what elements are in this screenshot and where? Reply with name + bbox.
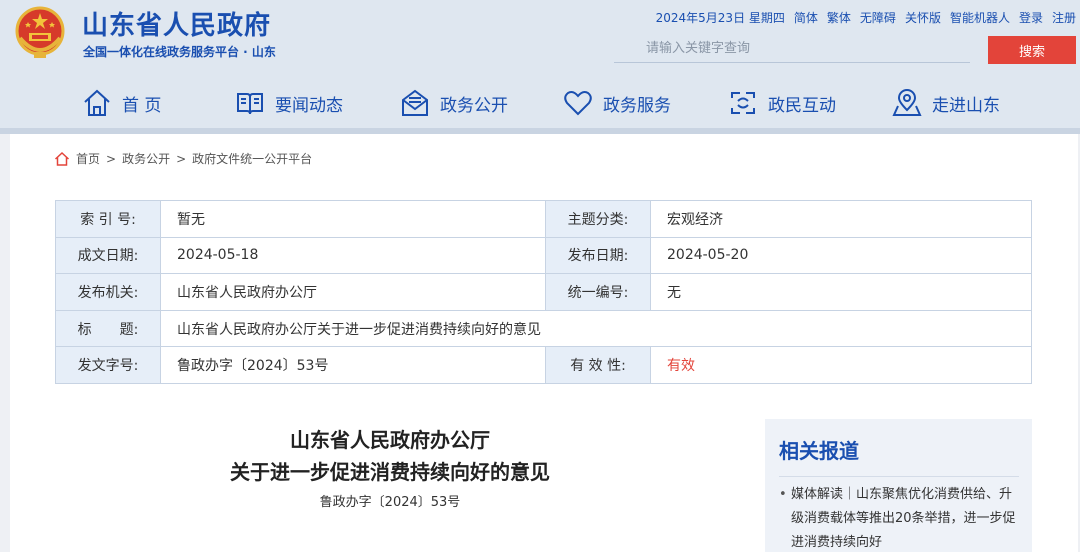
national-emblem-icon[interactable] bbox=[12, 4, 68, 62]
document-title: 山东省人民政府办公厅 关于进一步促进消费持续向好的意见 bbox=[155, 424, 625, 488]
book-icon bbox=[237, 93, 263, 115]
meta-label: 成文日期: bbox=[55, 236, 161, 275]
breadcrumb-gov-open[interactable]: 政务公开 bbox=[122, 150, 170, 167]
nav-label: 政民互动 bbox=[768, 95, 836, 116]
breadcrumb-home[interactable]: 首页 bbox=[76, 150, 100, 167]
meta-label: 标 题: bbox=[55, 309, 161, 348]
meta-label: 统一编号: bbox=[545, 273, 651, 311]
interaction-icon bbox=[731, 92, 755, 114]
nav-label: 首 页 bbox=[122, 95, 162, 116]
link-register[interactable]: 注册 bbox=[1052, 9, 1076, 26]
meta-label: 索 引 号: bbox=[55, 200, 161, 238]
nav-label: 政务服务 bbox=[603, 95, 671, 116]
breadcrumb-current[interactable]: 政府文件统一公开平台 bbox=[192, 150, 312, 167]
nav-gov-service[interactable]: 政务服务 bbox=[563, 86, 671, 120]
meta-value: 暂无 bbox=[160, 200, 546, 238]
meta-value: 山东省人民政府办公厅关于进一步促进消费持续向好的意见 bbox=[160, 309, 1032, 348]
related-report-link[interactable]: 媒体解读｜山东聚焦优化消费供给、升级消费载体等推出20条举措，进一步促进消费持续… bbox=[779, 483, 1019, 552]
divider bbox=[779, 476, 1019, 477]
link-login[interactable]: 登录 bbox=[1019, 9, 1043, 26]
meta-label: 主题分类: bbox=[545, 200, 651, 238]
main-nav: 首 页 要闻动态 政务公开 政务服务 政民互动 走进山东 bbox=[0, 78, 1080, 128]
main-content: 首页 > 政务公开 > 政府文件统一公开平台 索 引 号: 暂无 主题分类: 宏… bbox=[10, 134, 1078, 552]
document-number: 鲁政办字〔2024〕53号 bbox=[319, 495, 461, 510]
table-row: 发布机关: 山东省人民政府办公厅 统一编号: 无 bbox=[55, 273, 1032, 311]
document-title-line: 山东省人民政府办公厅 bbox=[290, 428, 490, 452]
meta-label: 发布日期: bbox=[545, 236, 651, 275]
document-meta-table: 索 引 号: 暂无 主题分类: 宏观经济 成文日期: 2024-05-18 发布… bbox=[55, 200, 1032, 384]
search-input[interactable] bbox=[614, 35, 970, 63]
search-button[interactable]: 搜索 bbox=[988, 36, 1076, 64]
meta-label: 发布机关: bbox=[55, 273, 161, 311]
site-subtitle: 全国一体化在线政务服务平台 · 山东 bbox=[83, 45, 276, 59]
link-care-mode[interactable]: 关怀版 bbox=[905, 9, 941, 26]
table-row: 成文日期: 2024-05-18 发布日期: 2024-05-20 bbox=[55, 236, 1032, 275]
location-icon bbox=[892, 89, 922, 116]
link-accessibility[interactable]: 无障碍 bbox=[860, 9, 896, 26]
nav-home[interactable]: 首 页 bbox=[82, 86, 161, 120]
mail-open-icon bbox=[402, 89, 428, 116]
validity-value: 有效 bbox=[650, 346, 1032, 384]
table-row: 标 题: 山东省人民政府办公厅关于进一步促进消费持续向好的意见 bbox=[55, 309, 1032, 348]
meta-value: 宏观经济 bbox=[650, 200, 1032, 238]
link-simplified[interactable]: 简体 bbox=[794, 9, 818, 26]
meta-label: 有 效 性: bbox=[545, 346, 651, 384]
meta-value: 山东省人民政府办公厅 bbox=[160, 273, 546, 311]
site-header: 山东省人民政府 全国一体化在线政务服务平台 · 山东 2024年5月23日 星期… bbox=[0, 0, 1080, 128]
current-date: 2024年5月23日 星期四 bbox=[655, 11, 785, 25]
meta-label: 发文字号: bbox=[55, 346, 161, 384]
meta-value: 鲁政办字〔2024〕53号 bbox=[160, 346, 546, 384]
home-icon[interactable] bbox=[54, 151, 70, 167]
nav-label: 政务公开 bbox=[440, 95, 508, 116]
document-title-line: 关于进一步促进消费持续向好的意见 bbox=[230, 460, 550, 484]
home-icon bbox=[84, 89, 110, 116]
heart-icon bbox=[564, 91, 592, 116]
breadcrumb-separator: > bbox=[106, 151, 117, 166]
link-traditional[interactable]: 繁体 bbox=[827, 9, 851, 26]
breadcrumb-separator: > bbox=[176, 151, 187, 166]
table-row: 索 引 号: 暂无 主题分类: 宏观经济 bbox=[55, 200, 1032, 238]
nav-interaction[interactable]: 政民互动 bbox=[728, 86, 836, 120]
related-reports-panel: 相关报道 媒体解读｜山东聚焦优化消费供给、升级消费载体等推出20条举措，进一步促… bbox=[765, 419, 1032, 552]
meta-value: 2024-05-20 bbox=[650, 236, 1032, 275]
breadcrumb: 首页 > 政务公开 > 政府文件统一公开平台 bbox=[54, 150, 312, 167]
nav-gov-open[interactable]: 政务公开 bbox=[400, 86, 508, 120]
link-robot[interactable]: 智能机器人 bbox=[950, 9, 1010, 26]
meta-value: 无 bbox=[650, 273, 1032, 311]
nav-news[interactable]: 要闻动态 bbox=[235, 86, 343, 120]
nav-label: 要闻动态 bbox=[275, 95, 343, 116]
meta-value: 2024-05-18 bbox=[160, 236, 546, 275]
top-links: 2024年5月23日 星期四 简体 繁体 无障碍 关怀版 智能机器人 登录 注册 bbox=[656, 9, 1076, 26]
nav-label: 走进山东 bbox=[932, 95, 1000, 116]
site-title[interactable]: 山东省人民政府 bbox=[82, 5, 271, 42]
table-row: 发文字号: 鲁政办字〔2024〕53号 有 效 性: 有效 bbox=[55, 346, 1032, 384]
nav-shandong[interactable]: 走进山东 bbox=[892, 86, 1000, 120]
related-reports-title: 相关报道 bbox=[779, 439, 859, 463]
